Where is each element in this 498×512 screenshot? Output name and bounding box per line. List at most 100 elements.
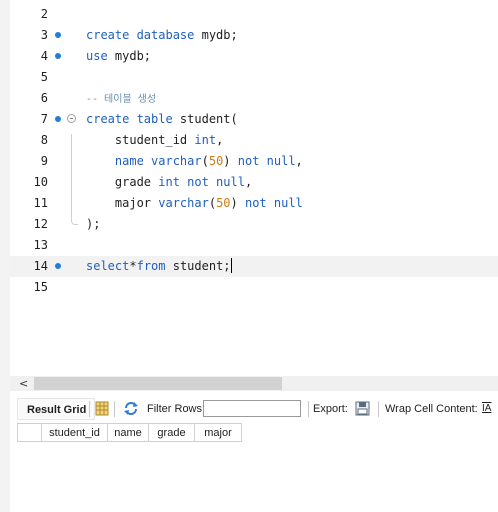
line-number: 7 (40, 112, 48, 126)
line-number: 10 (33, 175, 48, 189)
editor-line[interactable]: 5 (10, 67, 498, 88)
toolbar-separator (89, 401, 90, 417)
code-text: use mydb; (86, 46, 151, 67)
editor-line[interactable]: 6 -- 테이블 생성 (10, 88, 498, 109)
code-token: not null (244, 196, 303, 210)
toolbar-separator (378, 401, 379, 417)
column-header-name[interactable]: name (107, 423, 149, 442)
code-token: int (194, 133, 217, 147)
code-token: 50 (208, 154, 224, 168)
line-number: 6 (40, 91, 48, 105)
code-text: grade int not null, (86, 172, 252, 193)
code-token: grade (86, 175, 159, 189)
code-token: mydb; (114, 49, 152, 63)
fold-toggle-icon[interactable] (67, 114, 76, 123)
code-token: not null (237, 154, 296, 168)
code-text: ); (86, 214, 100, 235)
code-token: major (86, 196, 159, 210)
code-token: ( (208, 196, 217, 210)
code-token: ); (86, 217, 101, 231)
grid-view-icon[interactable] (95, 401, 109, 416)
editor-line[interactable]: 14 select*from student; (10, 256, 498, 277)
code-text: create database mydb; (86, 25, 238, 46)
toolbar-separator (308, 401, 309, 417)
editor-line[interactable]: 7 create table student( (10, 109, 498, 130)
statement-marker-icon (55, 263, 61, 269)
statement-marker-icon (55, 116, 61, 122)
code-token: mydb; (201, 28, 238, 42)
line-number: 11 (33, 196, 48, 210)
result-grid-tab[interactable]: Result Grid (17, 398, 95, 420)
editor-line[interactable]: 4 use mydb; (10, 46, 498, 67)
code-token: , (216, 133, 224, 147)
line-number: 12 (33, 217, 48, 231)
statement-marker-icon (55, 53, 61, 59)
code-text: student_id int, (86, 130, 223, 151)
code-text: select*from student; (86, 256, 232, 277)
editor-line[interactable]: 2 (10, 4, 498, 25)
code-token: student; (172, 259, 231, 273)
code-text: name varchar(50) not null, (86, 151, 303, 172)
scrollbar-thumb[interactable] (34, 377, 282, 390)
filter-rows-input[interactable] (203, 400, 301, 417)
line-number: 8 (40, 133, 48, 147)
filter-rows-label: Filter Rows: (147, 403, 206, 415)
code-token: create database (86, 28, 202, 42)
column-header-student-id[interactable]: student_id (41, 423, 108, 442)
code-token: create table (86, 112, 180, 126)
wrap-cell-label: Wrap Cell Content: (385, 403, 478, 415)
code-token: , (244, 175, 253, 189)
wrap-cell-icon[interactable]: IA (482, 398, 491, 420)
line-number: 9 (40, 154, 48, 168)
editor-line[interactable]: 9 name varchar(50) not null, (10, 151, 498, 172)
horizontal-scrollbar[interactable]: < (10, 376, 498, 391)
code-token: use (86, 49, 115, 63)
column-header-major[interactable]: major (194, 423, 242, 442)
sql-editor[interactable]: 2 3 create database mydb; 4 use mydb; 5 6 -- 테이… (10, 0, 498, 372)
editor-line[interactable]: 11 major varchar(50) not null (10, 193, 498, 214)
editor-line[interactable]: 3 create database mydb; (10, 25, 498, 46)
code-text: create table student( (86, 109, 238, 130)
statement-marker-icon (55, 32, 61, 38)
code-token: student( (179, 112, 238, 126)
editor-line[interactable]: 8 student_id int, (10, 130, 498, 151)
line-number: 4 (40, 49, 48, 63)
line-number: 13 (33, 238, 48, 252)
scroll-left-arrow[interactable]: < (19, 376, 28, 391)
code-token: ( (201, 154, 209, 168)
line-number: 2 (40, 7, 48, 21)
result-grid-header: student_id name grade major (17, 423, 247, 442)
code-token: student_id (86, 133, 195, 147)
code-token: varchar (158, 196, 209, 210)
code-token: int not null (158, 175, 245, 189)
code-token: from (136, 259, 173, 273)
code-token: ) (223, 154, 238, 168)
toolbar-separator (114, 401, 115, 417)
editor-line[interactable]: 13 (10, 235, 498, 256)
line-number: 5 (40, 70, 48, 84)
line-number: 15 (33, 280, 48, 294)
code-token: ) (230, 196, 245, 210)
code-token: , (295, 154, 303, 168)
editor-line[interactable]: 10 grade int not null, (10, 172, 498, 193)
column-header-grade[interactable]: grade (148, 423, 195, 442)
code-text: -- 테이블 생성 (86, 88, 156, 110)
left-margin-strip (0, 0, 10, 512)
result-toolbar: Result Grid Filter Rows: Export: Wrap Ce… (17, 398, 498, 420)
code-token: select (86, 259, 130, 273)
code-token: 50 (216, 196, 231, 210)
export-icon[interactable] (355, 401, 370, 416)
refresh-icon[interactable] (123, 401, 139, 416)
code-token: * (129, 259, 137, 273)
editor-line[interactable]: 12); (10, 214, 498, 235)
line-number: 3 (40, 28, 48, 42)
code-text: major varchar(50) not null (86, 193, 303, 214)
row-header-cell[interactable] (17, 423, 42, 442)
editor-line[interactable]: 15 (10, 277, 498, 298)
text-cursor (230, 258, 232, 273)
code-token: -- 테이블 생성 (86, 94, 157, 105)
line-number: 14 (33, 259, 48, 273)
code-token: name varchar (114, 154, 202, 168)
result-grid-label: Result Grid (27, 404, 87, 416)
